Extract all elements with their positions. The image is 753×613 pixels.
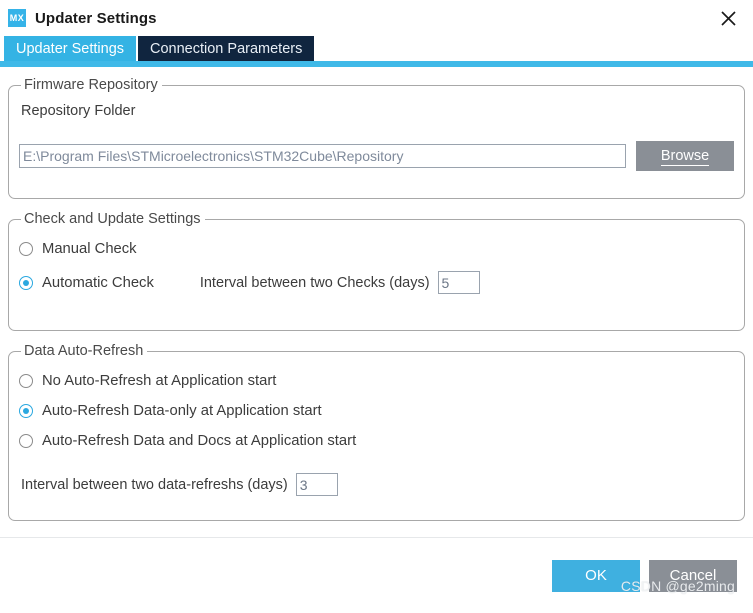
- auto-refresh-data-only-radio[interactable]: [19, 404, 33, 418]
- automatic-check-radio[interactable]: [19, 275, 33, 290]
- data-auto-refresh-legend: Data Auto-Refresh: [24, 343, 144, 359]
- no-auto-refresh-row[interactable]: No Auto-Refresh at Application start: [19, 373, 734, 389]
- automatic-check-label: Automatic Check: [42, 274, 154, 291]
- dialog-footer: OK Cancel: [0, 538, 753, 613]
- refresh-interval-row: Interval between two data-refreshs (days…: [21, 473, 734, 496]
- browse-button[interactable]: Browse: [636, 141, 734, 171]
- check-update-settings-group: Check and Update Settings Manual Check A…: [8, 211, 745, 331]
- firmware-repository-group: Firmware Repository Repository Folder Br…: [8, 77, 745, 199]
- window-title: Updater Settings: [35, 9, 157, 27]
- data-auto-refresh-group: Data Auto-Refresh No Auto-Refresh at App…: [8, 343, 745, 521]
- tab-bar: Updater Settings Connection Parameters: [0, 36, 753, 61]
- repository-path-input[interactable]: [19, 144, 626, 168]
- repository-folder-label: Repository Folder: [21, 103, 136, 119]
- cancel-button[interactable]: Cancel: [649, 559, 737, 592]
- tab-connection-parameters[interactable]: Connection Parameters: [138, 36, 315, 61]
- manual-check-row[interactable]: Manual Check: [19, 241, 734, 257]
- browse-button-label: Browse: [660, 148, 710, 166]
- automatic-check-row[interactable]: Automatic Check Interval between two Che…: [19, 271, 734, 294]
- auto-refresh-data-docs-row[interactable]: Auto-Refresh Data and Docs at Applicatio…: [19, 433, 734, 449]
- tab-connection-parameters-label: Connection Parameters: [150, 40, 303, 57]
- ok-button[interactable]: OK: [552, 559, 640, 592]
- close-icon[interactable]: [713, 4, 743, 32]
- auto-refresh-data-only-row[interactable]: Auto-Refresh Data-only at Application st…: [19, 403, 734, 419]
- title-bar: MX Updater Settings: [0, 0, 753, 36]
- tab-updater-settings[interactable]: Updater Settings: [4, 36, 137, 61]
- tab-updater-settings-label: Updater Settings: [16, 40, 125, 57]
- check-interval-label: Interval between two Checks (days): [199, 274, 430, 291]
- manual-check-label: Manual Check: [42, 241, 137, 257]
- manual-check-radio[interactable]: [19, 242, 33, 256]
- settings-content: Firmware Repository Repository Folder Br…: [0, 67, 753, 537]
- no-auto-refresh-radio[interactable]: [19, 374, 33, 388]
- refresh-interval-label: Interval between two data-refreshs (days…: [21, 476, 288, 493]
- auto-refresh-data-only-label: Auto-Refresh Data-only at Application st…: [42, 403, 322, 419]
- auto-refresh-data-docs-radio[interactable]: [19, 434, 33, 448]
- no-auto-refresh-label: No Auto-Refresh at Application start: [42, 373, 277, 389]
- auto-refresh-data-docs-label: Auto-Refresh Data and Docs at Applicatio…: [42, 433, 357, 449]
- refresh-interval-input[interactable]: [295, 473, 338, 496]
- check-interval-input[interactable]: [437, 271, 480, 294]
- repository-path-row: Browse: [19, 141, 734, 171]
- app-icon: MX: [8, 9, 26, 27]
- firmware-repository-legend: Firmware Repository: [24, 77, 158, 93]
- check-update-settings-legend: Check and Update Settings: [24, 211, 201, 227]
